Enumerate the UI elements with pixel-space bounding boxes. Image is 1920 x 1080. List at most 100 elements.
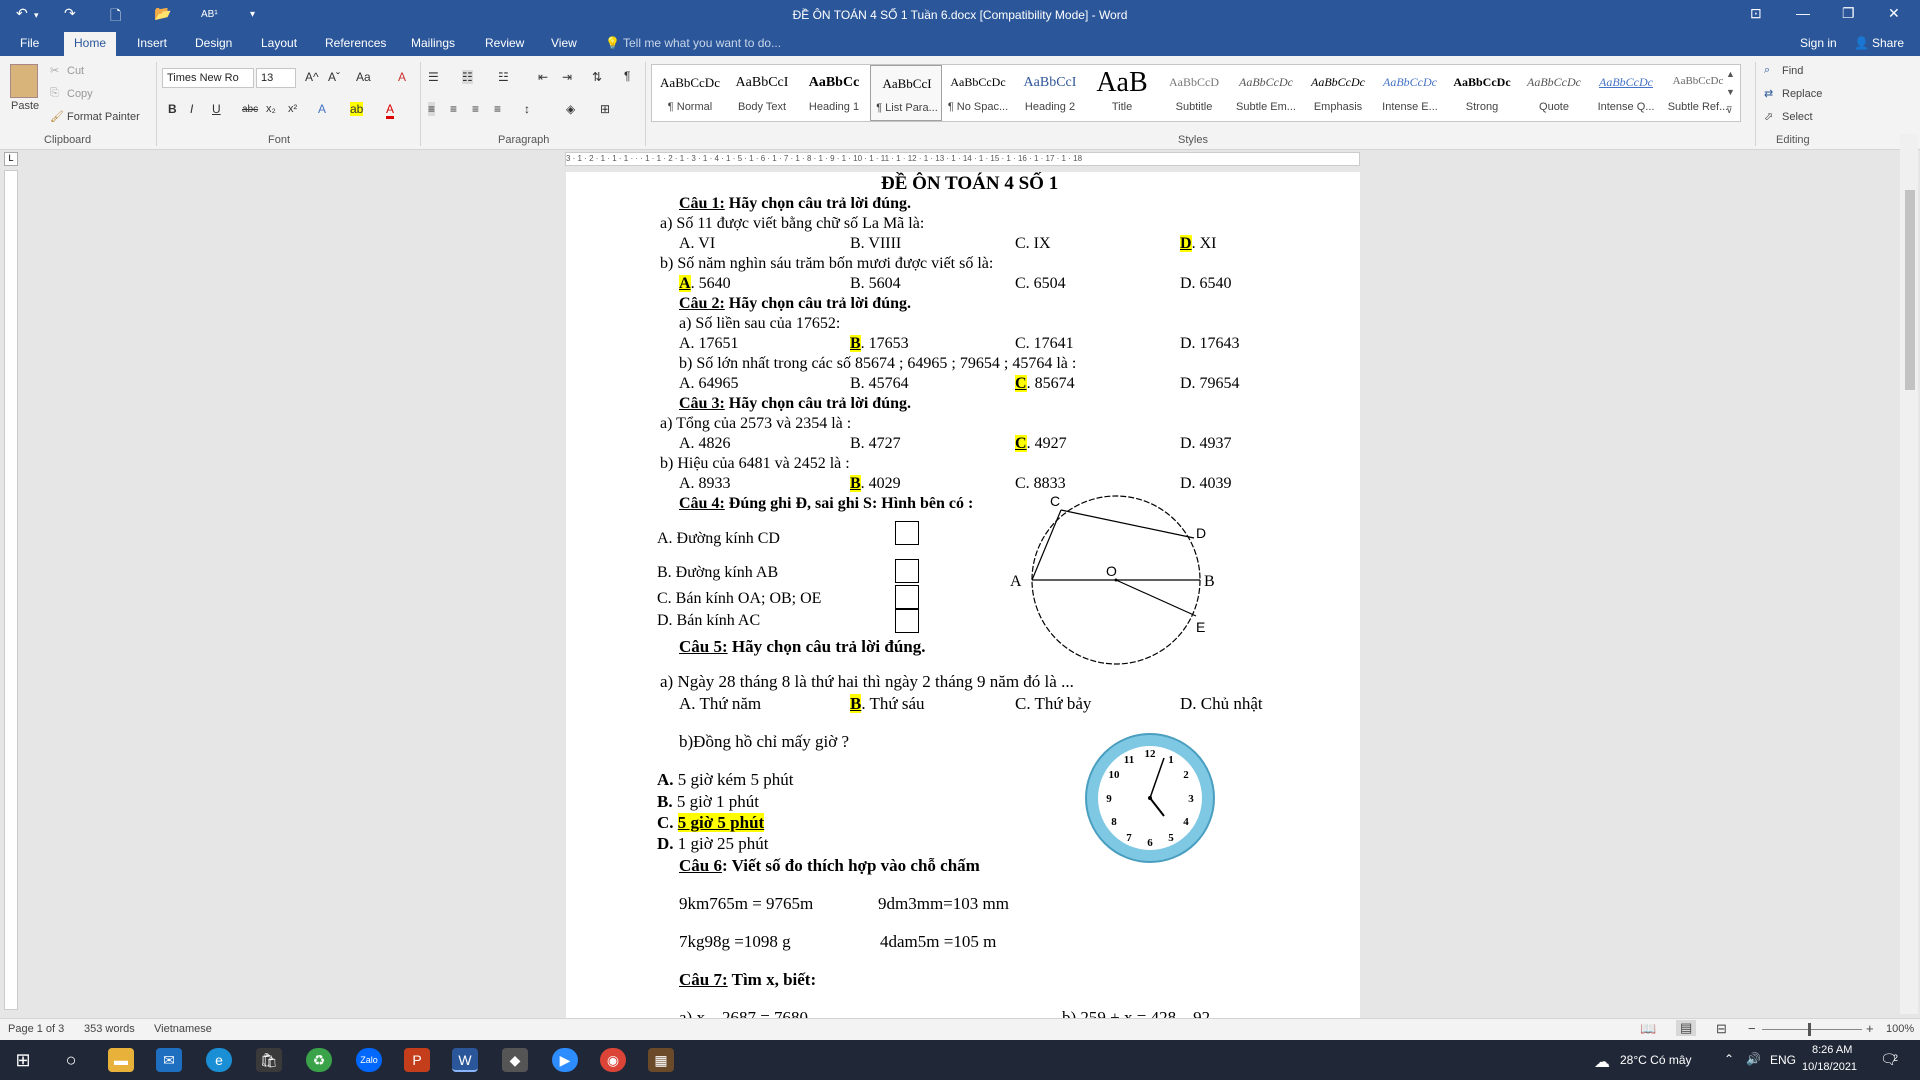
align-left-icon[interactable]: ≡ (428, 102, 436, 116)
increase-indent-icon[interactable]: ⇥ (562, 70, 572, 84)
answer-checkbox[interactable] (895, 521, 919, 545)
italic-icon[interactable]: I (190, 102, 193, 116)
clock-date[interactable]: 10/18/2021 (1802, 1061, 1857, 1073)
tab-references[interactable]: References (325, 36, 386, 50)
paste-icon[interactable] (10, 64, 38, 98)
zalo-icon[interactable]: Zalo (356, 1048, 382, 1072)
tab-review[interactable]: Review (485, 36, 524, 50)
grow-font-icon[interactable]: A^ (305, 70, 319, 84)
font-name-box[interactable]: Times New Ro (162, 68, 254, 88)
ribbon-display-icon[interactable]: ⊡ (1750, 5, 1762, 22)
font-color-icon[interactable]: A (386, 102, 395, 119)
style-strong[interactable]: AaBbCcDc Strong (1446, 65, 1518, 121)
align-right-icon[interactable]: ≡ (472, 102, 479, 116)
input-language[interactable]: ENG (1770, 1053, 1796, 1067)
zoom-out-icon[interactable]: − (1748, 1021, 1756, 1036)
paste-button[interactable]: Paste (11, 100, 39, 112)
windows-start-icon[interactable]: ⊞ (10, 1048, 36, 1072)
word-count[interactable]: 353 words (84, 1023, 135, 1035)
restore-icon[interactable]: ❐ (1842, 5, 1855, 22)
app-icon[interactable]: ◆ (502, 1048, 528, 1072)
document-page[interactable]: ĐỀ ÔN TOÁN 4 SỐ 1 Câu 1: Hãy chọn câu tr… (566, 172, 1360, 1018)
style-body-text[interactable]: AaBbCcI Body Text (726, 65, 798, 121)
zoom-level[interactable]: 100% (1886, 1023, 1914, 1035)
style-intense-emphasis[interactable]: AaBbCcDc Intense E... (1374, 65, 1446, 121)
language-indicator[interactable]: Vietnamese (154, 1023, 212, 1035)
line-spacing-icon[interactable]: ↕ (524, 102, 530, 116)
align-center-icon[interactable]: ≡ (450, 102, 457, 116)
superscript-icon[interactable]: x² (288, 103, 297, 115)
styles-scroll-up-icon[interactable]: ▲ (1726, 69, 1735, 79)
style-list-paragraph[interactable]: AaBbCcI ¶ List Para... (870, 65, 942, 121)
web-layout-icon[interactable]: ⊟ (1716, 1021, 1727, 1037)
print-layout-icon[interactable]: ▤ (1676, 1020, 1697, 1036)
zoom-app-icon[interactable]: ▶ (552, 1048, 578, 1072)
answer-checkbox[interactable] (895, 585, 919, 609)
clock-time[interactable]: 8:26 AM (1812, 1044, 1852, 1056)
tab-design[interactable]: Design (195, 36, 232, 50)
scrollbar-thumb[interactable] (1905, 190, 1915, 390)
horizontal-ruler[interactable]: 3 · 1 · 2 · 1 · 1 · 1 · · · 1 · 1 · 2 · … (565, 152, 1360, 166)
tab-file[interactable]: File (20, 36, 39, 50)
style-quote[interactable]: AaBbCcDc Quote (1518, 65, 1590, 121)
tab-home[interactable]: Home (64, 32, 117, 56)
store-icon[interactable]: 🛍 (256, 1048, 282, 1072)
style-heading-1[interactable]: AaBbCc Heading 1 (798, 65, 870, 121)
style-no-spacing[interactable]: AaBbCcDc ¶ No Spac... (942, 65, 1014, 121)
zoom-in-icon[interactable]: + (1866, 1021, 1874, 1036)
tab-insert[interactable]: Insert (137, 36, 167, 50)
numbering-icon[interactable]: ☷ (462, 70, 473, 84)
clear-formatting-icon[interactable]: A (398, 70, 406, 84)
weather-text[interactable]: 28°C Có mây (1620, 1053, 1692, 1067)
copy-button[interactable]: Copy (67, 88, 93, 100)
file-explorer-icon[interactable]: ▬ (108, 1048, 134, 1072)
tab-layout[interactable]: Layout (261, 36, 297, 50)
style-subtle-emphasis[interactable]: AaBbCcDc Subtle Em... (1230, 65, 1302, 121)
style-emphasis[interactable]: AaBbCcDc Emphasis (1302, 65, 1374, 121)
format-painter-button[interactable]: Format Painter (67, 111, 140, 123)
mail-icon[interactable]: ✉ (156, 1048, 182, 1072)
underline-icon[interactable]: U (212, 102, 221, 116)
answer-checkbox[interactable] (895, 609, 919, 633)
cut-button[interactable]: Cut (67, 65, 84, 77)
change-case-icon[interactable]: Aa (356, 70, 371, 84)
sign-in-link[interactable]: Sign in (1800, 36, 1837, 50)
vertical-ruler[interactable] (4, 170, 18, 1010)
word-icon[interactable]: W (452, 1048, 478, 1072)
speaker-icon[interactable]: 🔊 (1746, 1052, 1761, 1066)
select-button[interactable]: Select (1782, 111, 1813, 123)
zoom-slider[interactable] (1762, 1029, 1862, 1030)
find-button[interactable]: Find (1782, 65, 1803, 77)
close-icon[interactable]: ✕ (1888, 5, 1900, 22)
multilevel-list-icon[interactable]: ☳ (498, 70, 509, 84)
font-size-box[interactable]: 13 (256, 68, 296, 88)
styles-more-icon[interactable]: ⊽ (1726, 105, 1733, 116)
style-normal[interactable]: AaBbCcDc ¶ Normal (654, 65, 726, 121)
minimize-icon[interactable]: — (1796, 5, 1810, 21)
styles-scroll-down-icon[interactable]: ▼ (1726, 87, 1735, 97)
style-subtle-reference[interactable]: AaBbCcDc Subtle Ref... (1662, 65, 1734, 121)
read-mode-icon[interactable]: 📖 (1640, 1021, 1656, 1037)
tab-view[interactable]: View (551, 36, 577, 50)
highlight-icon[interactable]: ab (350, 102, 364, 116)
answer-checkbox[interactable] (895, 559, 919, 583)
shading-icon[interactable]: ◈ (566, 102, 575, 116)
subscript-icon[interactable]: x₂ (266, 103, 276, 115)
sort-icon[interactable]: ⇅ (592, 70, 602, 84)
pilcrow-icon[interactable]: ¶ (624, 69, 630, 83)
style-intense-quote[interactable]: AaBbCcDc Intense Q... (1590, 65, 1662, 121)
tab-mailings[interactable]: Mailings (411, 36, 455, 50)
text-effects-icon[interactable]: A (318, 102, 326, 116)
tab-selector[interactable]: L (4, 152, 18, 166)
justify-icon[interactable]: ≡ (494, 102, 501, 116)
style-heading-2[interactable]: AaBbCcI Heading 2 (1014, 65, 1086, 121)
shrink-font-icon[interactable]: Aˇ (328, 70, 340, 84)
strikethrough-icon[interactable]: abc (242, 104, 258, 115)
bold-icon[interactable]: B (168, 102, 177, 116)
edge-icon[interactable]: e (206, 1048, 232, 1072)
page-count[interactable]: Page 1 of 3 (8, 1023, 64, 1035)
share-button[interactable]: Share (1872, 36, 1904, 50)
search-icon[interactable]: ○ (58, 1048, 84, 1072)
bullets-icon[interactable]: ☰ (428, 70, 439, 84)
replace-button[interactable]: Replace (1782, 88, 1822, 100)
